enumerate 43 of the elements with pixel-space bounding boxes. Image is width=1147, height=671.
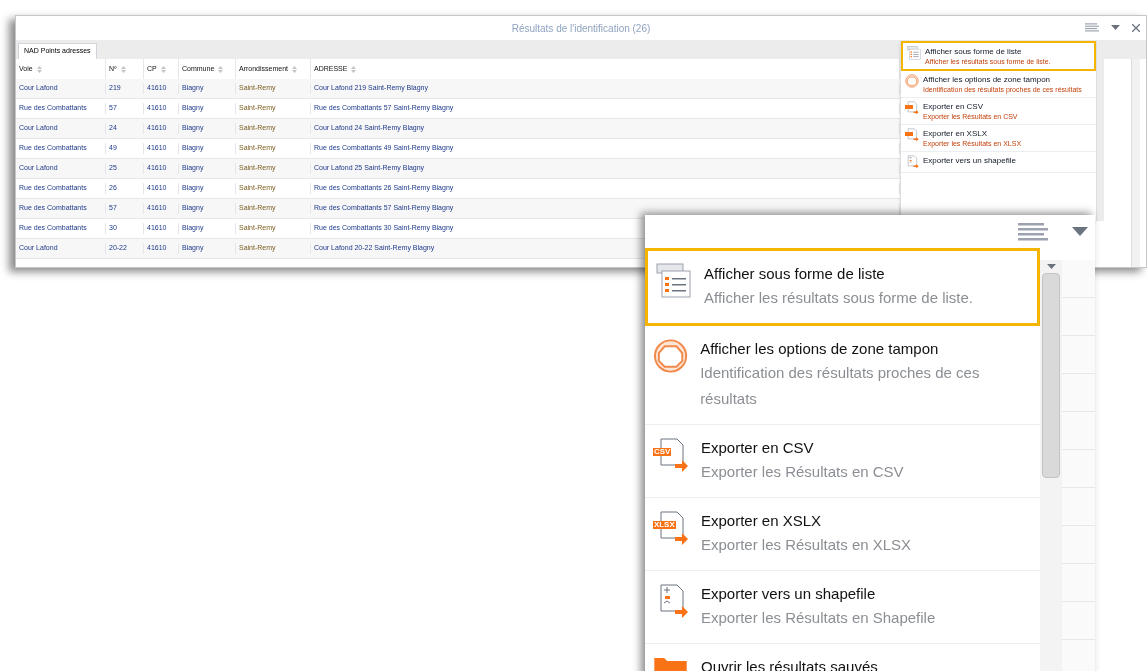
item-description: Afficher les résultats sous forme de liste. xyxy=(704,288,973,308)
item-title: Exporter en XSLX xyxy=(701,511,823,531)
sort-icon[interactable] xyxy=(351,65,357,73)
list-icon xyxy=(656,263,692,299)
item-title: Exporter vers un shapefile xyxy=(923,155,1016,166)
item-description: Exporter les Résultats en Shapefile xyxy=(701,608,936,628)
window-title: Résultats de l'identification (26) xyxy=(511,21,651,36)
scrollbar[interactable] xyxy=(1096,41,1104,221)
sort-icon[interactable] xyxy=(292,65,298,73)
item-title: Afficher sous forme de liste xyxy=(704,264,886,284)
item-title: Exporter en CSV xyxy=(701,438,815,458)
menu-item[interactable]: Afficher sous forme de liste Afficher les résultats sous forme de liste. xyxy=(645,248,1040,326)
export-file-icon xyxy=(905,128,919,142)
item-description: Exporter les Résultats en CSV xyxy=(701,462,904,482)
sort-icon[interactable] xyxy=(120,65,126,73)
menu-icon[interactable] xyxy=(1085,22,1099,33)
export-file-icon xyxy=(905,101,919,115)
scrollbar-thumb[interactable] xyxy=(1042,273,1060,478)
item-title: Exporter vers un shapefile xyxy=(701,584,877,604)
shapefile-icon xyxy=(905,155,919,169)
buffer-icon xyxy=(653,338,689,374)
sort-icon[interactable] xyxy=(160,65,166,73)
sort-icon[interactable] xyxy=(36,65,42,73)
item-title: Afficher les options de zone tampon xyxy=(700,339,940,359)
close-icon[interactable] xyxy=(1132,23,1140,32)
menu-item[interactable]: Exporter vers un shapefile xyxy=(901,152,1096,173)
menu-icon[interactable] xyxy=(1018,220,1048,243)
caret-icon[interactable] xyxy=(1111,25,1120,30)
caret-icon[interactable] xyxy=(1046,264,1056,269)
scrollbar[interactable] xyxy=(1040,260,1062,671)
scrollbar[interactable] xyxy=(1131,59,1140,267)
item-description: Exporter les Résultats en XLSX xyxy=(701,535,912,555)
sort-icon[interactable] xyxy=(218,65,224,73)
item-title: Exporter en XSLX xyxy=(923,128,989,139)
menu-item[interactable]: Exporter vers un shapefile Exporter les Résultats en Shapefile xyxy=(645,571,1040,644)
caret-icon[interactable] xyxy=(1072,227,1088,236)
item-description: Identification des résultats proches de ces résultats xyxy=(700,363,981,409)
item-title: Afficher les options de zone tampon xyxy=(923,74,1052,85)
item-title: Exporter en CSV xyxy=(923,101,985,112)
list-icon xyxy=(907,46,921,60)
item-title: Afficher sous forme de liste xyxy=(925,46,1023,57)
buffer-icon xyxy=(905,74,919,88)
menu-item[interactable]: Afficher les options de zone tampon Identification des résultats proches de ces résultats xyxy=(645,326,1040,425)
